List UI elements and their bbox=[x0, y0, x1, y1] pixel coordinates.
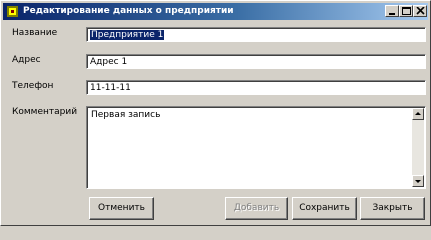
minimize-button[interactable] bbox=[385, 5, 399, 17]
window-title: Редактирование данных о предприятии bbox=[23, 6, 234, 16]
address-input[interactable]: Адрес 1 bbox=[86, 54, 426, 69]
comment-scrollbar[interactable] bbox=[412, 108, 424, 187]
minimize-icon bbox=[389, 13, 395, 15]
cancel-button[interactable]: Отменить bbox=[89, 197, 154, 220]
address-input-value: Адрес 1 bbox=[90, 57, 128, 67]
maximize-icon bbox=[402, 7, 411, 15]
comment-textarea-value: Первая запись bbox=[91, 110, 161, 120]
name-label: Название bbox=[12, 28, 58, 38]
name-input-value: Предприятие 1 bbox=[90, 30, 165, 40]
phone-input[interactable]: 11-11-11 bbox=[86, 80, 426, 95]
phone-input-value: 11-11-11 bbox=[90, 83, 131, 93]
scroll-down-icon bbox=[415, 180, 421, 183]
close-button[interactable] bbox=[413, 5, 427, 17]
name-input[interactable]: Предприятие 1 bbox=[86, 27, 426, 42]
comment-textarea[interactable]: Первая запись bbox=[86, 106, 426, 189]
comment-label: Комментарий bbox=[12, 107, 78, 117]
phone-label: Телефон bbox=[12, 81, 54, 91]
maximize-button[interactable] bbox=[399, 5, 413, 17]
address-label: Адрес bbox=[12, 55, 41, 65]
scroll-up-button[interactable] bbox=[412, 108, 424, 120]
save-button[interactable]: Сохранить bbox=[292, 197, 357, 220]
app-icon bbox=[7, 6, 18, 17]
title-bar[interactable]: Редактирование данных о предприятии bbox=[3, 3, 428, 20]
close-icon bbox=[416, 7, 425, 15]
scroll-down-button[interactable] bbox=[412, 175, 424, 187]
scroll-up-icon bbox=[415, 112, 421, 115]
edit-enterprise-window: Редактирование данных о предприятии Назв… bbox=[0, 0, 431, 226]
add-button[interactable]: Добавить bbox=[225, 197, 288, 220]
close-dialog-button[interactable]: Закрыть bbox=[360, 197, 425, 220]
